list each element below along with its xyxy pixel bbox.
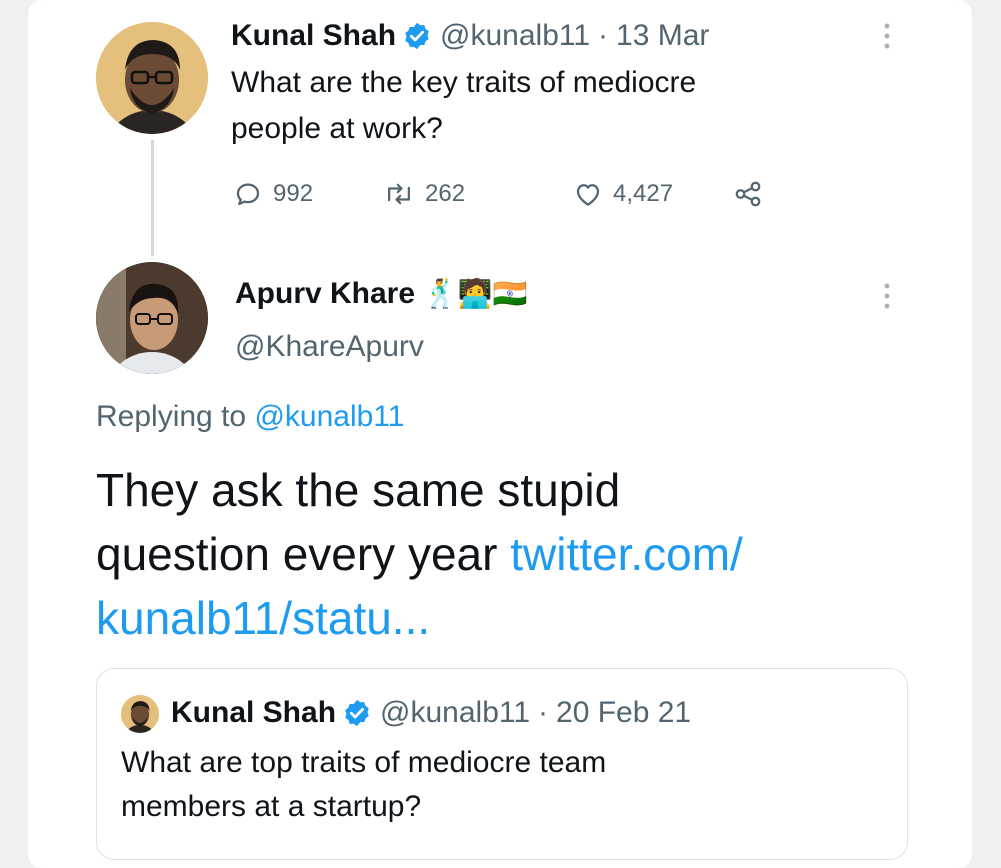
tweet-card: Kunal Shah @kunalb11 · 13 Mar What are t… bbox=[28, 0, 972, 868]
reply-text: They ask the same stupid question every … bbox=[96, 458, 956, 650]
quoted-date: 20 Feb 21 bbox=[556, 696, 692, 729]
verified-badge-icon bbox=[405, 22, 429, 50]
kunal-shah-avatar[interactable] bbox=[96, 22, 208, 134]
share-action[interactable] bbox=[733, 179, 763, 209]
header-separator: · bbox=[598, 19, 609, 52]
reply-text-segment: question every year bbox=[96, 528, 498, 580]
tweet-text-line: people at work? bbox=[231, 112, 443, 145]
quoted-text-line: What are top traits of mediocre team bbox=[121, 746, 607, 779]
verified-badge-icon bbox=[345, 699, 369, 727]
tweet-text-line: What are the key traits of mediocre bbox=[231, 66, 697, 99]
replying-to-line: Replying to @kunalb11 bbox=[96, 400, 404, 434]
tweet-date[interactable]: 13 Mar bbox=[616, 19, 709, 53]
replying-to-mention[interactable]: @kunalb11 bbox=[254, 400, 404, 433]
tweet-actions: 992 262 4,427 bbox=[233, 176, 763, 212]
quoted-text-line: members at a startup? bbox=[121, 790, 422, 823]
reply-text-line: question every year twitter.com/ bbox=[96, 522, 956, 586]
thread-connector-line bbox=[151, 140, 154, 256]
tweet-link-continued[interactable]: kunalb11/statu... bbox=[96, 586, 956, 650]
replying-to-label: Replying to bbox=[96, 400, 247, 433]
retweet-count: 262 bbox=[425, 180, 466, 207]
reply-icon bbox=[236, 183, 260, 206]
quoted-handle: @kunalb11 bbox=[380, 696, 531, 729]
quoted-text: What are top traits of mediocre team mem… bbox=[121, 741, 881, 829]
name-emojis: 🕺🧑‍💻🇮🇳 bbox=[423, 278, 528, 309]
reply-header-name: Apurv Khare 🕺🧑‍💻🇮🇳 bbox=[235, 274, 528, 314]
quoted-header: Kunal Shah @kunalb11 · 20 Feb 21 bbox=[171, 693, 691, 733]
retweet-action[interactable]: 262 bbox=[383, 179, 573, 209]
quoted-separator: · bbox=[538, 696, 549, 729]
more-options-icon[interactable] bbox=[880, 22, 894, 50]
share-icon bbox=[735, 181, 761, 207]
like-icon bbox=[576, 184, 600, 206]
tweet-author-name[interactable]: Kunal Shah bbox=[231, 19, 396, 53]
reply-handle[interactable]: @KhareApurv bbox=[235, 330, 424, 364]
like-action[interactable]: 4,427 bbox=[573, 179, 733, 209]
quoted-author-name: Kunal Shah bbox=[171, 696, 337, 729]
reply-author-name[interactable]: Apurv Khare bbox=[235, 277, 415, 311]
quoted-tweet[interactable]: Kunal Shah @kunalb11 · 20 Feb 21 What ar… bbox=[96, 668, 908, 860]
reply-text-line: They ask the same stupid bbox=[96, 464, 621, 516]
tweet-link[interactable]: twitter.com/ bbox=[510, 528, 743, 580]
reply-action[interactable]: 992 bbox=[233, 179, 383, 209]
reply-count: 992 bbox=[273, 180, 314, 207]
tweet-handle[interactable]: @kunalb11 bbox=[440, 19, 590, 53]
tweet-header: Kunal Shah @kunalb11 · 13 Mar bbox=[231, 16, 709, 56]
quoted-author-avatar bbox=[121, 695, 159, 733]
like-count: 4,427 bbox=[613, 180, 674, 207]
tweet-text: What are the key traits of mediocre peop… bbox=[231, 60, 871, 152]
apurv-khare-avatar[interactable] bbox=[96, 262, 208, 374]
retweet-icon bbox=[388, 183, 410, 205]
more-options-icon[interactable] bbox=[880, 282, 894, 310]
